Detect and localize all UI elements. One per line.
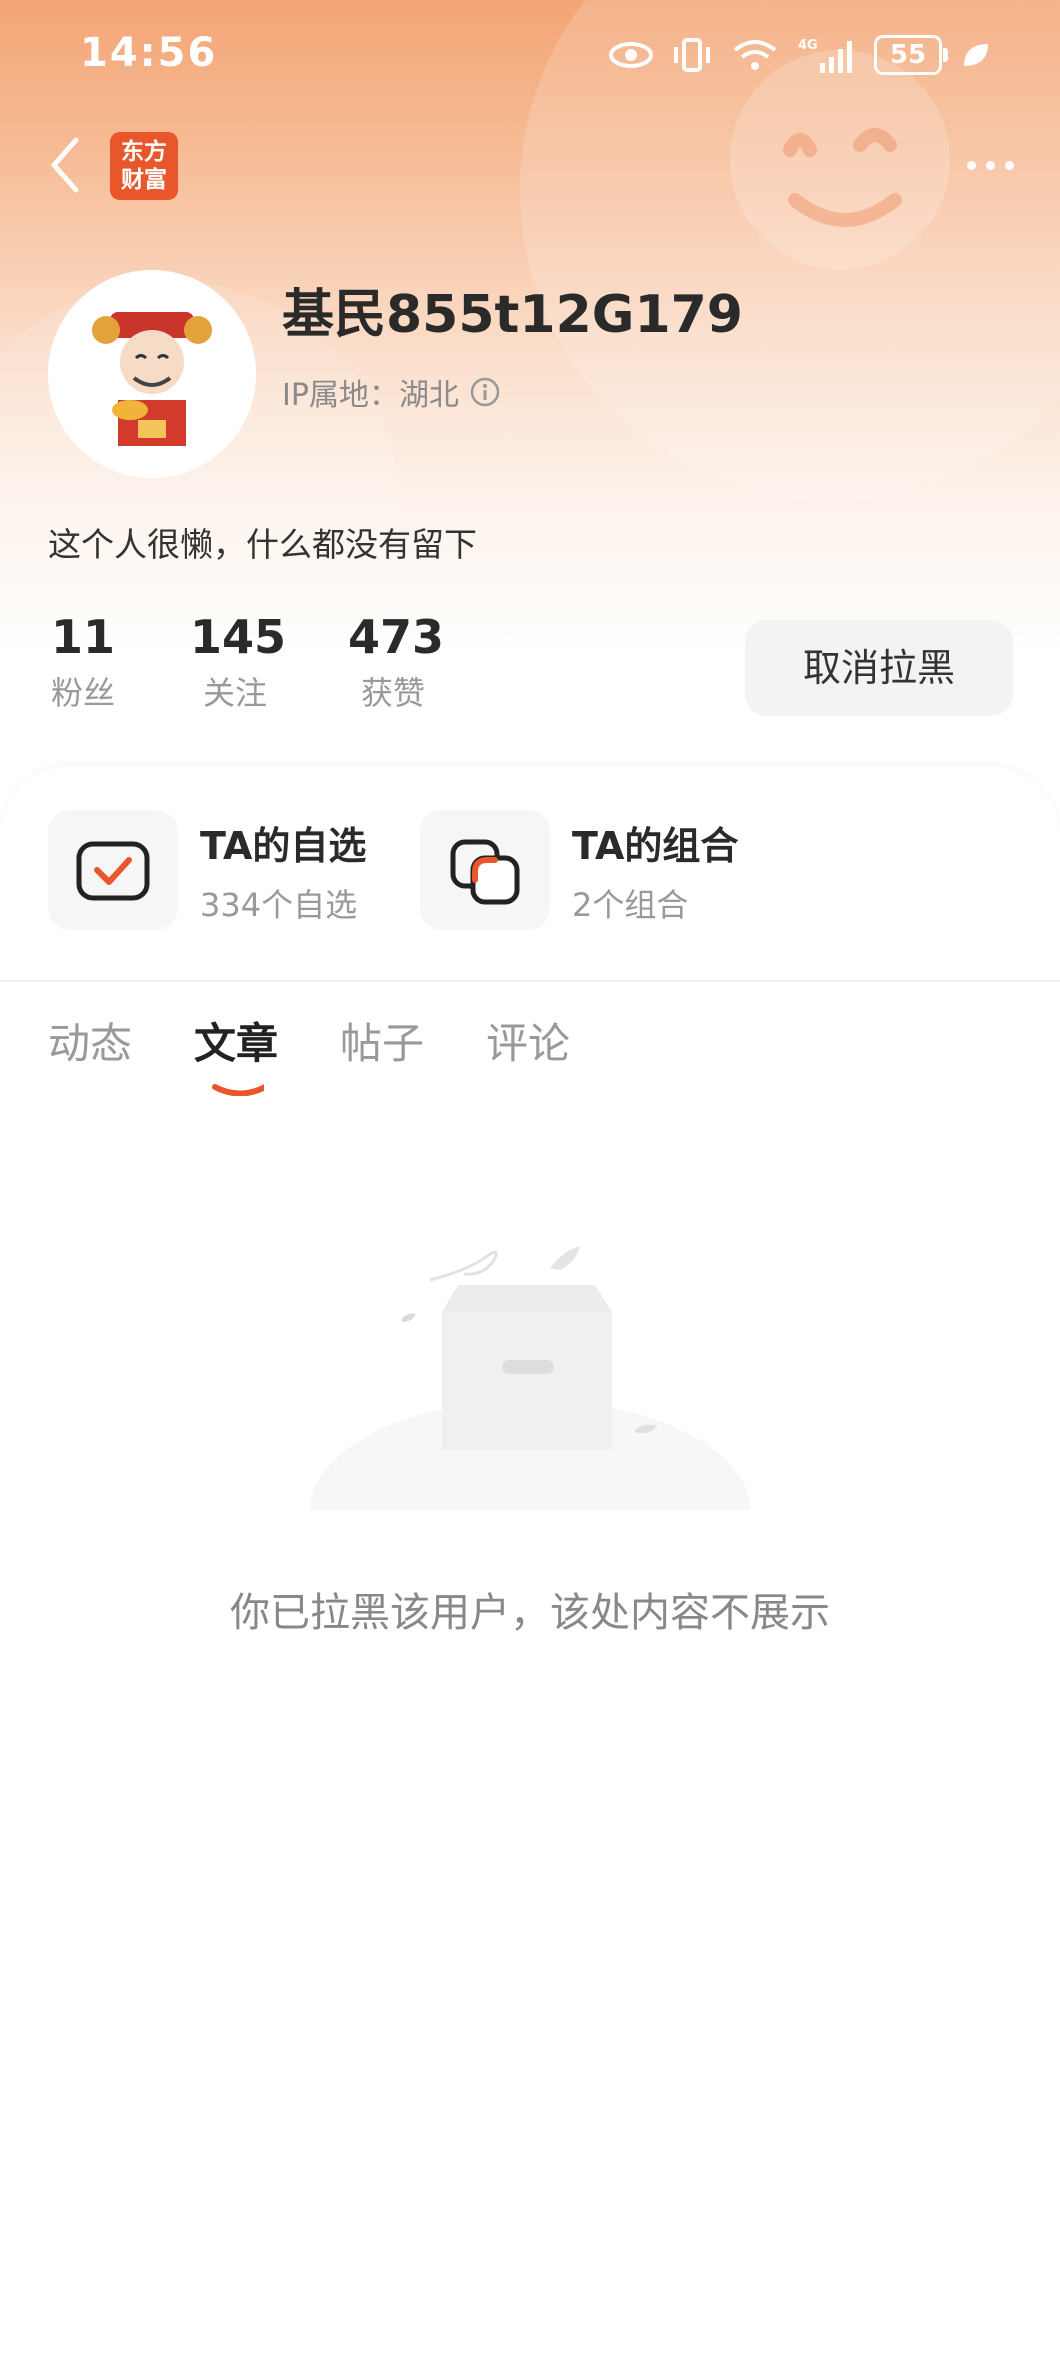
empty-box-illustration	[310, 1246, 750, 1510]
logo-line1: 东方	[121, 139, 167, 165]
more-button[interactable]	[960, 150, 1020, 180]
stat-label: 关注	[202, 674, 267, 712]
logo-line2: 财富	[121, 167, 167, 193]
bio: 这个人很懒，什么都没有留下	[48, 525, 477, 564]
app-logo: 东方 财富	[110, 132, 178, 200]
portfolio-icon	[450, 839, 520, 905]
watchlist-shortcut[interactable]: TA的自选 334个自选	[48, 810, 366, 930]
stat-followers[interactable]: 11 粉丝	[48, 610, 118, 714]
watchlist-subtitle: 334个自选	[200, 885, 358, 924]
network-type-label: 4G	[798, 38, 818, 53]
content-card	[0, 766, 1060, 2376]
more-dot	[1004, 160, 1014, 170]
status-time: 14:56	[80, 30, 218, 76]
vibrate-icon	[674, 38, 710, 72]
divider	[0, 980, 1060, 982]
watchlist-icon-box	[48, 810, 178, 930]
stat-value: 11	[50, 610, 115, 664]
checkbox-icon	[76, 841, 150, 901]
watchlist-text: TA的自选 334个自选	[200, 815, 366, 926]
portfolio-title: TA的组合	[572, 823, 739, 868]
leaf-icon	[964, 44, 988, 66]
portfolio-subtitle: 2个组合	[572, 885, 689, 924]
tab-bar: 动态 文章 帖子 评论	[48, 1010, 570, 1096]
tab-articles-label: 文章	[194, 1019, 279, 1068]
stat-value: 145	[190, 610, 287, 664]
tab-posts[interactable]: 帖子	[340, 1010, 424, 1071]
back-button[interactable]	[40, 130, 96, 200]
username: 基民855t12G179	[282, 285, 743, 345]
status-bar: 14:56 4G 55	[0, 0, 1060, 110]
more-dot	[985, 160, 995, 170]
wifi-icon	[733, 40, 777, 70]
chevron-left-icon	[51, 137, 79, 193]
status-icons: 4G 55	[608, 30, 990, 80]
tab-comments[interactable]: 评论	[486, 1010, 570, 1071]
battery-indicator: 55	[874, 35, 948, 75]
ip-location: IP属地：湖北	[282, 370, 501, 414]
cellular-signal-icon: 4G	[798, 38, 852, 73]
portfolio-shortcut[interactable]: TA的组合 2个组合	[420, 810, 738, 930]
fortune-god-avatar-icon	[48, 270, 256, 478]
stat-label: 粉丝	[50, 674, 115, 712]
active-tab-indicator	[212, 1084, 265, 1096]
tab-activity[interactable]: 动态	[48, 1010, 132, 1071]
ip-location-text: IP属地：湖北	[282, 378, 459, 413]
stat-likes[interactable]: 473 获赞	[348, 610, 445, 714]
more-dot	[966, 160, 976, 170]
avatar[interactable]	[48, 270, 256, 478]
info-icon[interactable]	[469, 376, 501, 408]
blocked-empty-message: 你已拉黑该用户，该处内容不展示	[230, 1590, 830, 1636]
stat-label: 获赞	[360, 674, 425, 712]
portfolio-text: TA的组合 2个组合	[572, 815, 738, 926]
eye-icon	[609, 42, 653, 68]
tab-articles[interactable]: 文章	[194, 1010, 279, 1096]
stat-value: 473	[348, 610, 445, 664]
stat-following[interactable]: 145 关注	[190, 610, 287, 714]
watchlist-title: TA的自选	[200, 823, 367, 868]
portfolio-icon-box	[420, 810, 550, 930]
unblock-button[interactable]: 取消拉黑	[745, 620, 1013, 716]
